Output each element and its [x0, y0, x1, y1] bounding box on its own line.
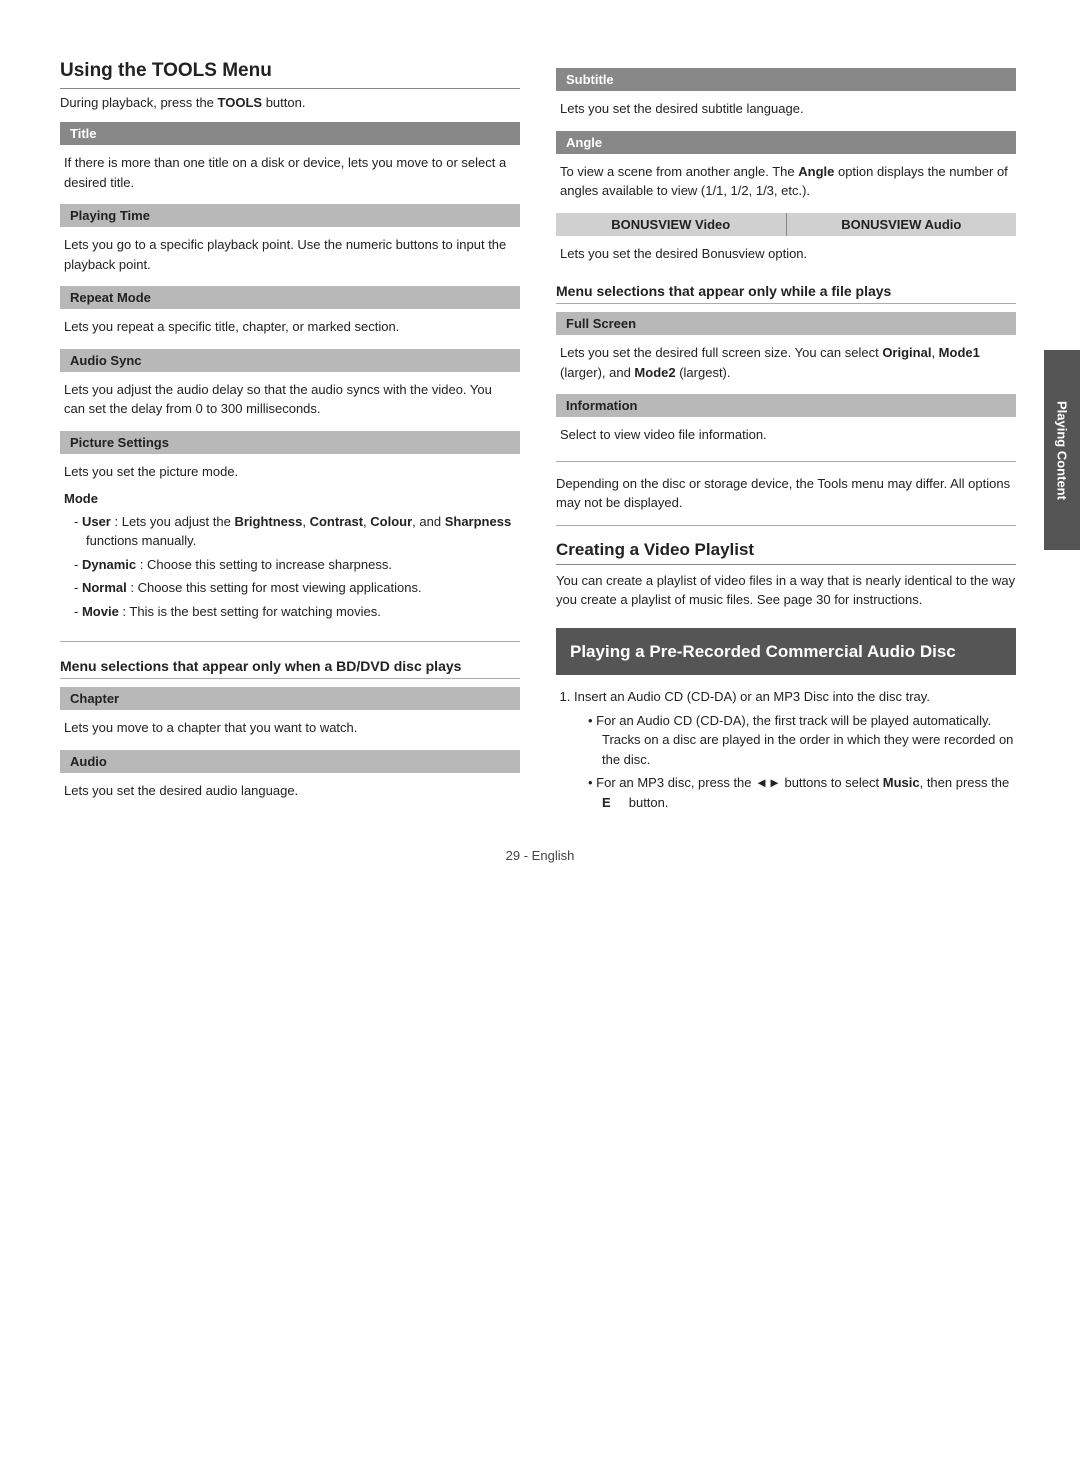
menu-sel-bd-dvd: Menu selections that appear only when a …: [60, 658, 520, 679]
separator-1: [60, 641, 520, 642]
full-screen-header: Full Screen: [556, 312, 1016, 335]
audio-header: Audio: [60, 750, 520, 773]
separator-2: [556, 461, 1016, 462]
bullet-list-1: For an Audio CD (CD-DA), the first track…: [574, 711, 1016, 813]
audio-body: Lets you set the desired audio language.: [60, 777, 520, 805]
information-body: Select to view video file information.: [556, 421, 1016, 449]
intro-text: During playback, press the TOOLS button.: [60, 95, 520, 110]
chapter-body: Lets you move to a chapter that you want…: [60, 714, 520, 742]
subtitle-body: Lets you set the desired subtitle langua…: [556, 95, 1016, 123]
bonusview-audio: BONUSVIEW Audio: [787, 213, 1017, 236]
repeat-mode-body: Lets you repeat a specific title, chapte…: [60, 313, 520, 341]
list-item-1-main: Insert an Audio CD (CD-DA) or an MP3 Dis…: [574, 689, 930, 704]
bonusview-row: BONUSVIEW Video BONUSVIEW Audio: [556, 213, 1016, 236]
left-column: Using the TOOLS Menu During playback, pr…: [60, 60, 520, 818]
numbered-list: Insert an Audio CD (CD-DA) or an MP3 Dis…: [556, 687, 1016, 812]
information-header: Information: [556, 394, 1016, 417]
title-body: If there is more than one title on a dis…: [60, 149, 520, 196]
mode-label: Mode: [64, 489, 516, 509]
bullet-item-1: For an Audio CD (CD-DA), the first track…: [588, 711, 1016, 770]
picture-settings-body: Lets you set the picture mode. Mode User…: [60, 458, 520, 630]
mode-item-normal: Normal : Choose this setting for most vi…: [74, 578, 516, 598]
creating-body: You can create a playlist of video files…: [556, 571, 1016, 610]
bonusview-video: BONUSVIEW Video: [556, 213, 787, 236]
mode-list: User : Lets you adjust the Brightness, C…: [64, 512, 516, 622]
tools-bold: TOOLS: [218, 95, 263, 110]
angle-header: Angle: [556, 131, 1016, 154]
note-text: Depending on the disc or storage device,…: [556, 474, 1016, 513]
right-column: Subtitle Lets you set the desired subtit…: [556, 60, 1016, 818]
playing-time-body: Lets you go to a specific playback point…: [60, 231, 520, 278]
playing-box: Playing a Pre-Recorded Commercial Audio …: [556, 628, 1016, 676]
angle-body: To view a scene from another angle. The …: [556, 158, 1016, 205]
mode-item-movie: Movie : This is the best setting for wat…: [74, 602, 516, 622]
mode-item-user: User : Lets you adjust the Brightness, C…: [74, 512, 516, 551]
sidebar-label: Playing Content: [1055, 401, 1070, 500]
sidebar-playing-content: Playing Content: [1044, 350, 1080, 550]
repeat-mode-header: Repeat Mode: [60, 286, 520, 309]
full-screen-body: Lets you set the desired full screen siz…: [556, 339, 1016, 386]
audio-sync-header: Audio Sync: [60, 349, 520, 372]
footer: 29 - English: [60, 848, 1020, 863]
footer-text: 29 - English: [506, 848, 575, 863]
playing-time-header: Playing Time: [60, 204, 520, 227]
separator-3: [556, 525, 1016, 526]
menu-sel-file: Menu selections that appear only while a…: [556, 283, 1016, 304]
picture-settings-header: Picture Settings: [60, 431, 520, 454]
creating-title: Creating a Video Playlist: [556, 540, 1016, 565]
audio-sync-body: Lets you adjust the audio delay so that …: [60, 376, 520, 423]
chapter-header: Chapter: [60, 687, 520, 710]
list-item-1: Insert an Audio CD (CD-DA) or an MP3 Dis…: [574, 687, 1016, 812]
mode-item-dynamic: Dynamic : Choose this setting to increas…: [74, 555, 516, 575]
title-header: Title: [60, 122, 520, 145]
bullet-item-2: For an MP3 disc, press the ◄► buttons to…: [588, 773, 1016, 812]
bonusview-body: Lets you set the desired Bonusview optio…: [556, 240, 1016, 268]
subtitle-header: Subtitle: [556, 68, 1016, 91]
section-title-tools-menu: Using the TOOLS Menu: [60, 60, 520, 89]
playing-box-title: Playing a Pre-Recorded Commercial Audio …: [570, 640, 1002, 664]
